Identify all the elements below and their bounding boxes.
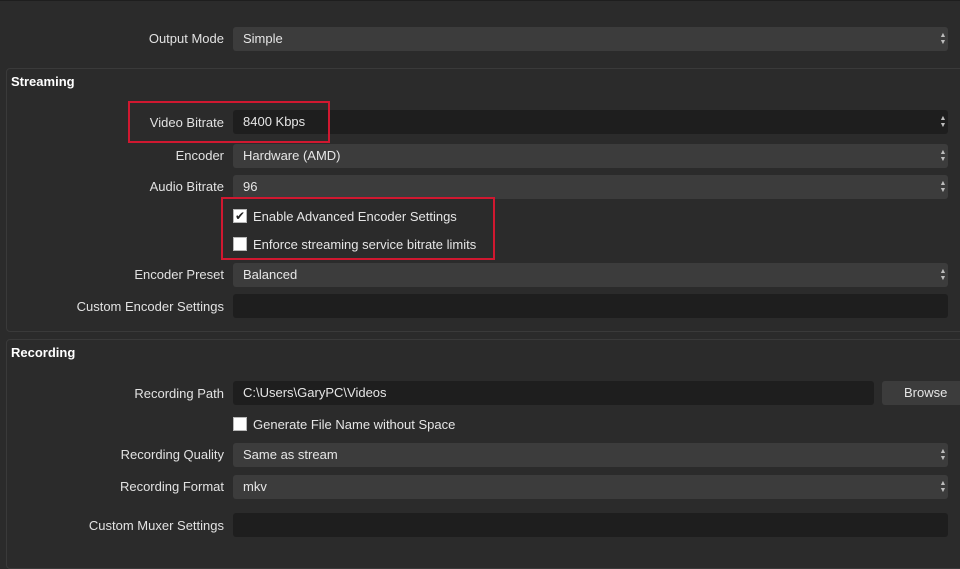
enforce-limits-checkbox[interactable] xyxy=(233,237,247,251)
encoder-select[interactable]: Hardware (AMD) ▲ ▼ xyxy=(233,144,948,168)
custom-muxer-input[interactable] xyxy=(233,513,948,537)
recording-path-label: Recording Path xyxy=(134,386,224,401)
recording-format-label: Recording Format xyxy=(119,479,224,494)
audio-bitrate-label: Audio Bitrate xyxy=(149,179,224,194)
top-divider xyxy=(0,0,960,1)
recording-quality-value: Same as stream xyxy=(243,447,338,462)
browse-button[interactable]: Browse xyxy=(882,381,960,405)
custom-encoder-label: Custom Encoder Settings xyxy=(76,299,224,314)
enforce-limits-label[interactable]: Enforce streaming service bitrate limits xyxy=(253,237,476,253)
no-space-checkbox[interactable] xyxy=(233,417,247,431)
encoder-label: Encoder xyxy=(175,148,224,163)
output-mode-select[interactable]: Simple ▲ ▼ xyxy=(233,27,948,51)
video-bitrate-label: Video Bitrate xyxy=(149,115,224,130)
dropdown-arrows-icon: ▲ ▼ xyxy=(939,149,947,163)
encoder-preset-select[interactable]: Balanced ▲ ▼ xyxy=(233,263,948,287)
custom-muxer-label: Custom Muxer Settings xyxy=(88,518,224,533)
output-mode-value: Simple xyxy=(243,31,283,46)
dropdown-arrows-icon: ▲ ▼ xyxy=(939,448,947,462)
recording-path-input[interactable]: C:\Users\GaryPC\Videos xyxy=(233,381,874,405)
no-space-label[interactable]: Generate File Name without Space xyxy=(253,417,455,433)
video-bitrate-spinbox[interactable]: 8400 Kbps ▲ ▼ xyxy=(233,110,948,134)
recording-section-title: Recording xyxy=(11,345,76,360)
encoder-preset-value: Balanced xyxy=(243,267,298,282)
custom-encoder-input[interactable] xyxy=(233,294,948,318)
dropdown-arrows-icon: ▲ ▼ xyxy=(939,180,947,194)
recording-quality-label: Recording Quality xyxy=(120,447,224,462)
encoder-value: Hardware (AMD) xyxy=(243,148,341,163)
enable-advanced-label[interactable]: Enable Advanced Encoder Settings xyxy=(253,209,457,225)
dropdown-arrows-icon: ▲ ▼ xyxy=(939,268,947,282)
recording-quality-select[interactable]: Same as stream ▲ ▼ xyxy=(233,443,948,467)
video-bitrate-value: 8400 Kbps xyxy=(243,114,306,129)
recording-format-select[interactable]: mkv ▲ ▼ xyxy=(233,475,948,499)
encoder-preset-label: Encoder Preset xyxy=(134,267,224,282)
output-mode-label: Output Mode xyxy=(148,31,224,46)
audio-bitrate-select[interactable]: 96 ▲ ▼ xyxy=(233,175,948,199)
streaming-section-title: Streaming xyxy=(11,74,75,89)
streaming-group xyxy=(6,68,960,332)
audio-bitrate-value: 96 xyxy=(243,179,258,194)
spin-arrows-icon[interactable]: ▲ ▼ xyxy=(938,110,948,134)
enable-advanced-checkbox[interactable]: ✔ xyxy=(233,209,247,223)
recording-format-value: mkv xyxy=(243,479,267,494)
recording-path-value: C:\Users\GaryPC\Videos xyxy=(243,385,387,400)
dropdown-arrows-icon: ▲ ▼ xyxy=(939,32,947,46)
dropdown-arrows-icon: ▲ ▼ xyxy=(939,480,947,494)
